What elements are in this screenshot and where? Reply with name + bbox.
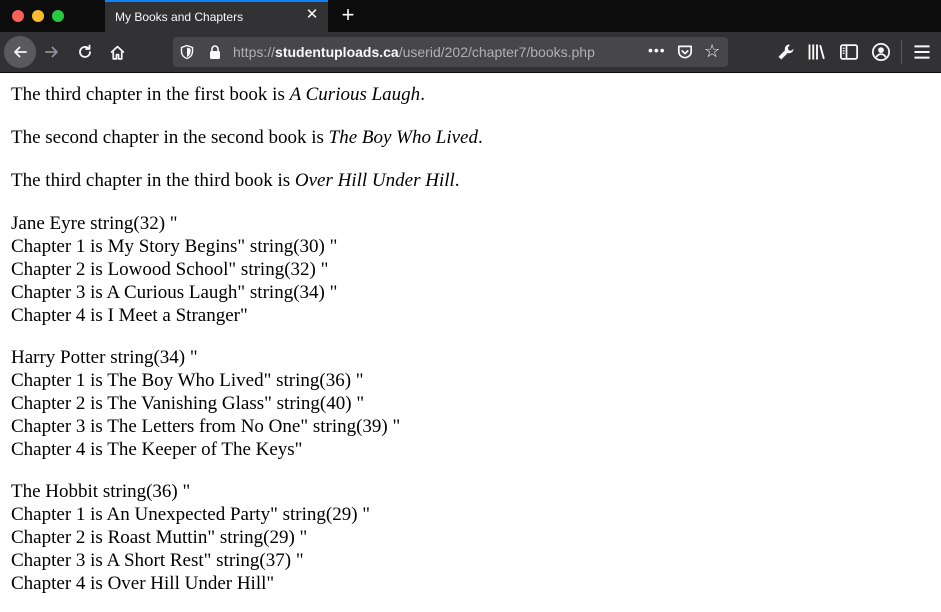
dump-line: Chapter 2 is Lowood School" string(32) " bbox=[11, 259, 329, 280]
window-controls bbox=[12, 10, 64, 22]
dump-line: Chapter 3 is A Curious Laugh" string(34)… bbox=[11, 282, 338, 303]
dump-line: Chapter 3 is The Letters from No One" st… bbox=[11, 416, 401, 437]
home-icon[interactable] bbox=[103, 38, 131, 66]
sentence-suffix: . bbox=[420, 84, 425, 105]
url-scheme: https:// bbox=[233, 44, 276, 60]
dump-line: Jane Eyre string(32) " bbox=[11, 213, 178, 234]
dump-line: Chapter 1 is An Unexpected Party" string… bbox=[11, 504, 371, 525]
library-icon[interactable] bbox=[807, 42, 827, 62]
sentence-text: The third chapter in the first book is bbox=[11, 84, 290, 105]
dump-line: Chapter 4 is Over Hill Under Hill" bbox=[11, 573, 275, 594]
tab-strip: My Books and Chapters ✕ + bbox=[0, 0, 941, 32]
wrench-icon[interactable] bbox=[776, 42, 796, 62]
back-arrow-icon[interactable] bbox=[4, 36, 36, 68]
book-dump: Harry Potter string(34) " Chapter 1 is T… bbox=[11, 346, 930, 461]
chapter-sentence: The second chapter in the second book is… bbox=[11, 126, 930, 150]
url-text[interactable]: https://studentuploads.ca/userid/202/cha… bbox=[233, 44, 595, 60]
page-content: The third chapter in the first book is A… bbox=[0, 73, 941, 612]
navigation-toolbar: https://studentuploads.ca/userid/202/cha… bbox=[0, 32, 941, 73]
chapter-title: Over Hill Under Hill bbox=[294, 170, 455, 191]
sentence-suffix: . bbox=[477, 127, 483, 148]
book-dump: The Hobbit string(36) " Chapter 1 is An … bbox=[11, 480, 930, 595]
sentence-text: The third chapter in the third book is bbox=[11, 170, 295, 191]
chapter-sentence: The third chapter in the first book is A… bbox=[11, 83, 930, 107]
plus-icon[interactable]: + bbox=[338, 3, 358, 27]
star-icon[interactable]: ☆ bbox=[704, 41, 720, 62]
shield-icon[interactable] bbox=[179, 44, 195, 60]
hamburger-menu-icon[interactable] bbox=[912, 42, 932, 62]
forward-arrow-icon[interactable] bbox=[38, 38, 66, 66]
dump-line: Chapter 4 is I Meet a Stranger" bbox=[11, 305, 248, 326]
close-icon[interactable]: ✕ bbox=[304, 7, 320, 23]
dump-line: Harry Potter string(34) " bbox=[11, 347, 198, 368]
dump-line: Chapter 2 is The Vanishing Glass" string… bbox=[11, 393, 365, 414]
url-host: studentuploads.ca bbox=[275, 44, 399, 60]
active-tab[interactable]: My Books and Chapters ✕ bbox=[105, 0, 328, 32]
tab-title: My Books and Chapters bbox=[115, 10, 244, 24]
account-icon[interactable] bbox=[871, 42, 891, 62]
address-bar[interactable]: https://studentuploads.ca/userid/202/cha… bbox=[173, 37, 728, 67]
window-minimize-button[interactable] bbox=[32, 10, 44, 22]
url-path: /userid/202/chapter7/books.php bbox=[398, 44, 595, 60]
window-close-button[interactable] bbox=[12, 10, 24, 22]
chapter-sentence: The third chapter in the third book is O… bbox=[11, 169, 930, 193]
book-dump: Jane Eyre string(32) " Chapter 1 is My S… bbox=[11, 212, 930, 327]
dump-line: Chapter 4 is The Keeper of The Keys" bbox=[11, 439, 303, 460]
chapter-title: A Curious Laugh bbox=[289, 84, 421, 105]
dump-line: Chapter 1 is My Story Begins" string(30)… bbox=[11, 236, 338, 257]
sentence-text: The second chapter in the second book is bbox=[11, 127, 329, 148]
toolbar-divider bbox=[901, 40, 902, 64]
chapter-title: The Boy Who Lived bbox=[328, 127, 478, 148]
sidebar-icon[interactable] bbox=[839, 42, 859, 62]
reload-icon[interactable] bbox=[71, 38, 99, 66]
dump-line: Chapter 1 is The Boy Who Lived" string(3… bbox=[11, 370, 364, 391]
dump-line: The Hobbit string(36) " bbox=[11, 481, 191, 502]
more-dots-icon[interactable]: ••• bbox=[648, 42, 666, 58]
dump-line: Chapter 2 is Roast Muttin" string(29) " bbox=[11, 527, 308, 548]
pocket-icon[interactable] bbox=[676, 43, 694, 61]
window-maximize-button[interactable] bbox=[52, 10, 64, 22]
dump-line: Chapter 3 is A Short Rest" string(37) " bbox=[11, 550, 304, 571]
sentence-suffix: . bbox=[454, 170, 460, 191]
lock-icon[interactable] bbox=[207, 44, 223, 60]
